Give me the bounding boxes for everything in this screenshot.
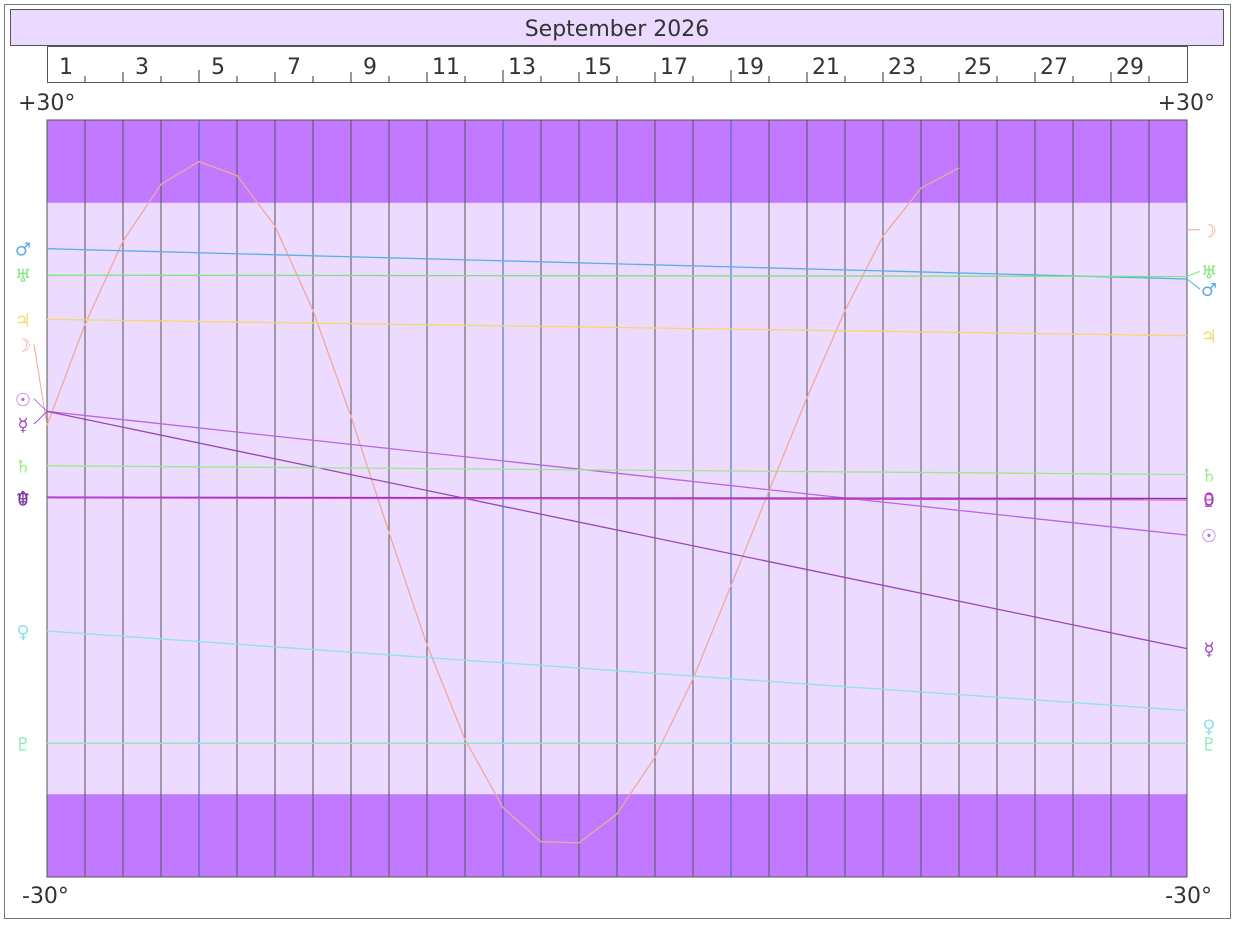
date-tick-label: 29 — [1116, 55, 1144, 80]
left-saturn-icon: ♄ — [15, 457, 31, 478]
date-tick-label: 5 — [211, 55, 225, 80]
left-sun-icon: ☉ — [15, 390, 31, 411]
date-tick-label: 15 — [584, 55, 612, 80]
declination-chart: September 2026 +30° +30° -30° -30° 13579… — [0, 0, 1235, 923]
date-tick-label: 23 — [888, 55, 916, 80]
date-tick-label: 27 — [1040, 55, 1068, 80]
y-label-top-left: +30° — [18, 91, 75, 116]
right-pluto-icon: ♇ — [1201, 491, 1217, 512]
date-tick-label: 13 — [508, 55, 536, 80]
date-tick-label: 25 — [964, 55, 992, 80]
right-mars-icon: ♂ — [1201, 280, 1217, 301]
right-pluto-icon: ♇ — [1201, 734, 1217, 755]
left-mercury-icon: ☿ — [17, 415, 28, 436]
date-tick-label: 11 — [432, 55, 460, 80]
left-jupiter-icon: ♃ — [15, 310, 31, 331]
left-venus-icon: ♀ — [16, 622, 29, 643]
date-tick-label: 21 — [812, 55, 840, 80]
left-uranus-icon: ♅ — [15, 266, 31, 287]
date-tick-label: 3 — [135, 55, 149, 80]
date-ticks: 1 3 5 7 9 11 13 15 17 19 21 23 25 27 29 — [59, 55, 1150, 82]
left-pluto-icon: ♇ — [15, 734, 31, 755]
left-mars-icon: ♂ — [15, 240, 31, 261]
right-mercury-icon: ☿ — [1203, 640, 1214, 661]
right-saturn-icon: ♄ — [1201, 466, 1217, 487]
date-tick-label: 19 — [736, 55, 764, 80]
y-label-bottom-left: -30° — [22, 884, 69, 909]
chart-title: September 2026 — [525, 17, 710, 42]
chart-svg: September 2026 +30° +30° -30° -30° 13579… — [4, 4, 1231, 919]
y-label-top-right: +30° — [1158, 91, 1215, 116]
date-tick-label: 7 — [287, 55, 301, 80]
date-tick-label: 17 — [660, 55, 688, 80]
date-tick-label: 9 — [363, 55, 377, 80]
right-jupiter-icon: ♃ — [1201, 327, 1217, 348]
left-zero-label: 0 — [17, 490, 28, 511]
date-tick-label: 1 — [59, 55, 73, 80]
left-moon-icon: ☽ — [15, 336, 31, 357]
right-sun-icon: ☉ — [1201, 526, 1217, 547]
right-moon-icon: ☽ — [1201, 221, 1217, 242]
y-label-bottom-right: -30° — [1165, 884, 1212, 909]
